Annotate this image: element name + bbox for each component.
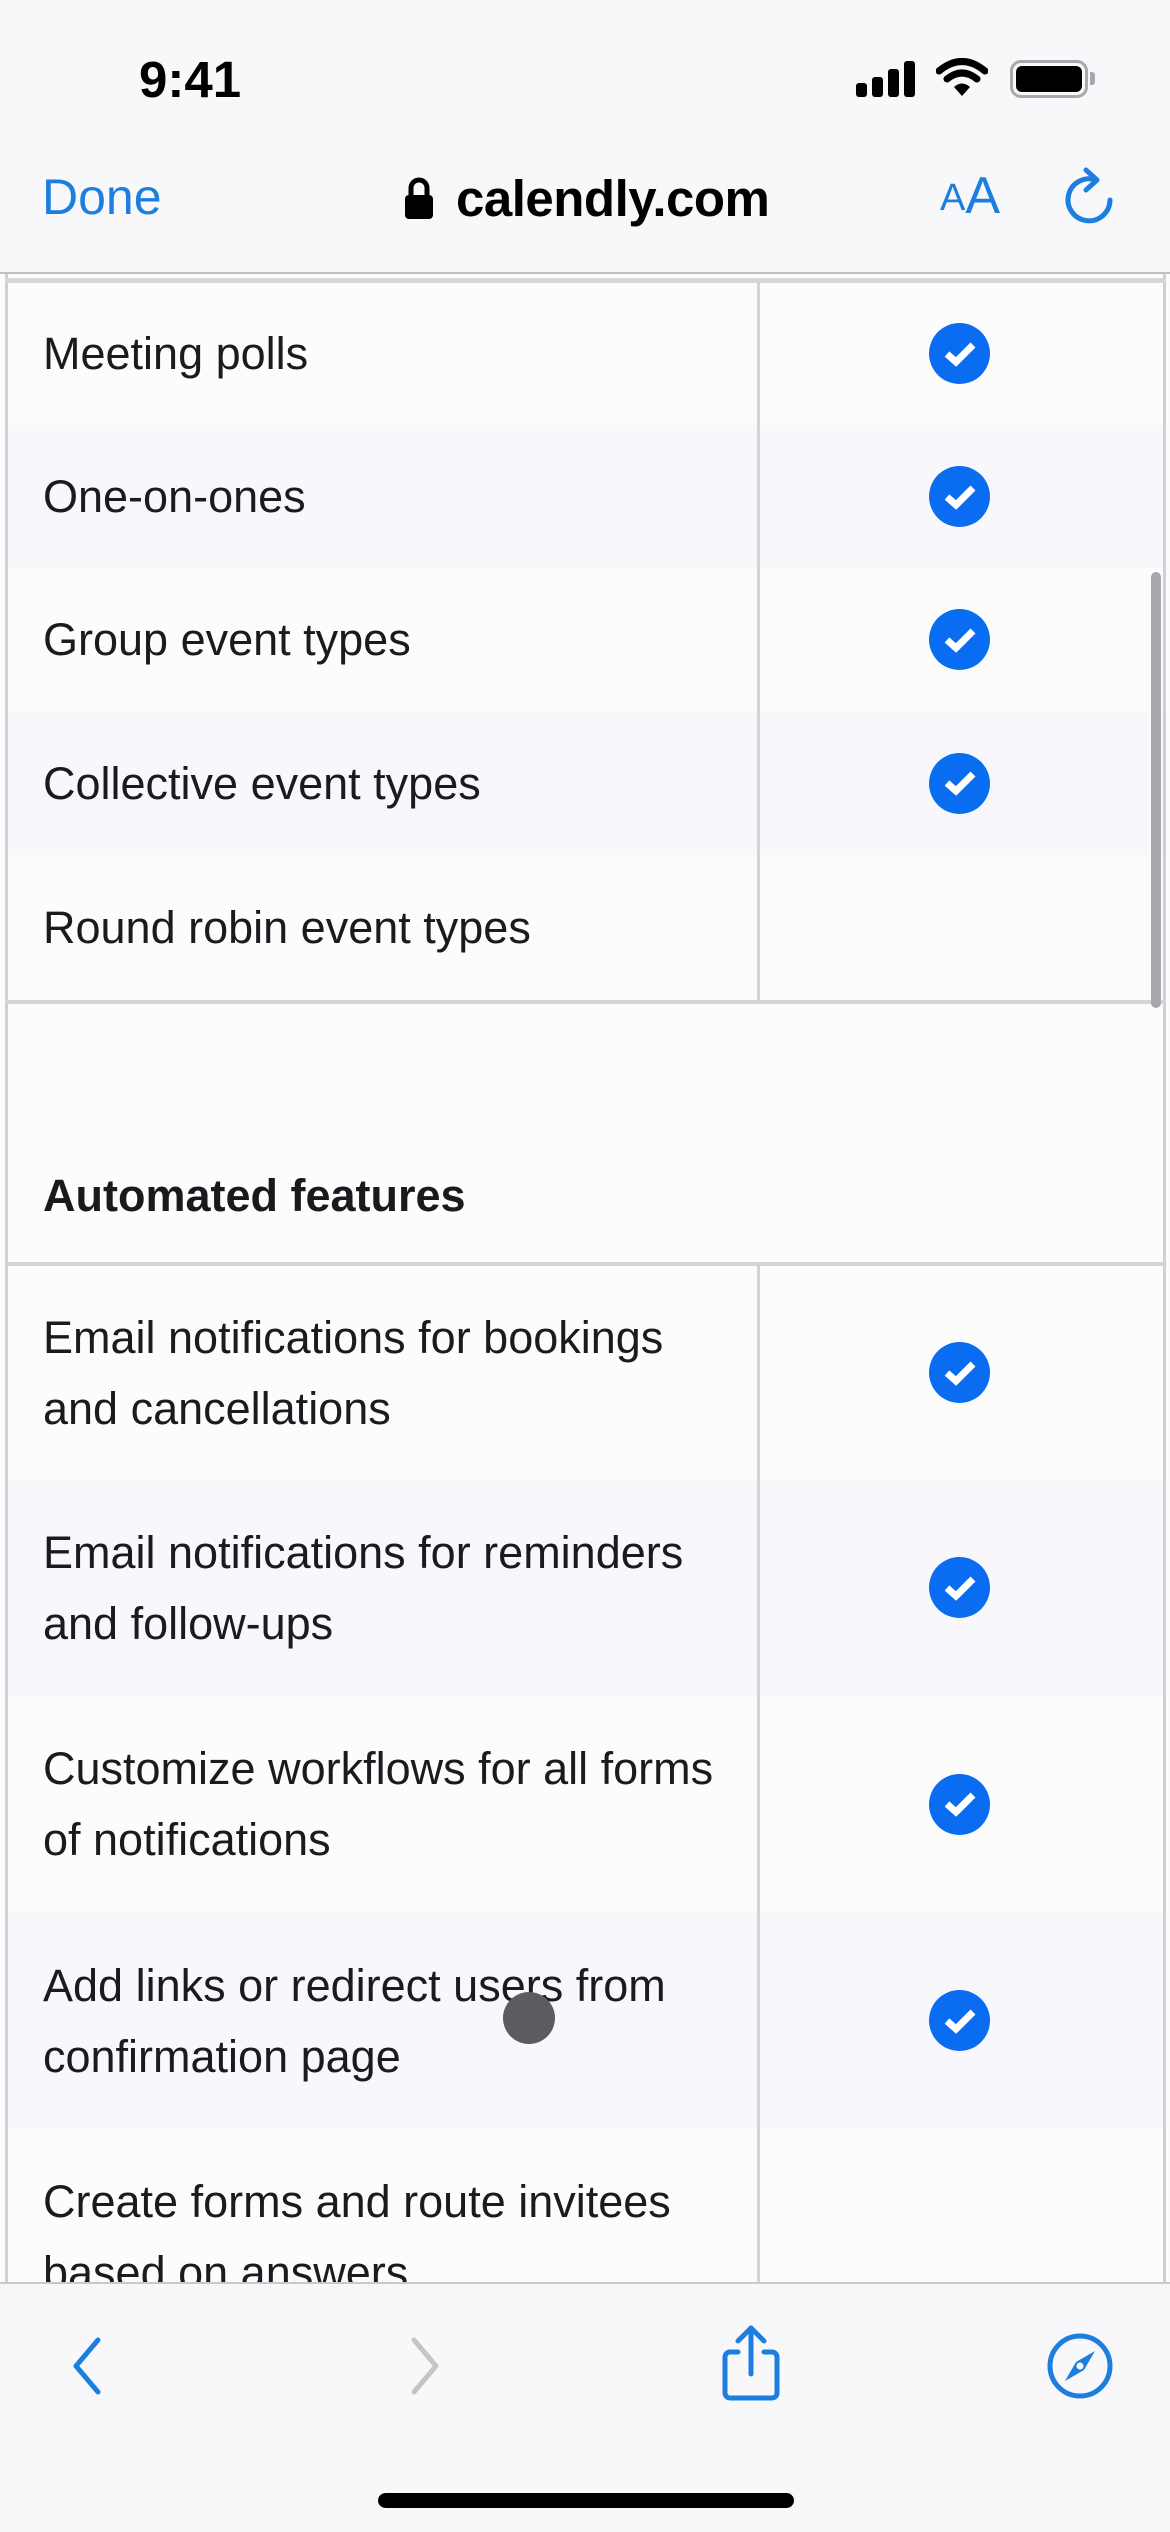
reload-icon — [1065, 167, 1113, 224]
status-time: 9:41 — [139, 51, 242, 108]
chevron-right-icon — [411, 2337, 439, 2395]
wifi-icon — [936, 58, 988, 96]
table-row: Create forms and route invitees based on… — [8, 2129, 1163, 2282]
feature-label: Collective event types — [8, 711, 760, 855]
forward-button[interactable] — [398, 2334, 454, 2398]
feature-label: Round robin event types — [8, 855, 760, 1000]
section-divider — [5, 1000, 1166, 1004]
battery-icon — [1010, 60, 1088, 98]
feature-label: Email notifications for reminders and fo… — [8, 1479, 760, 1696]
feature-label: Add links or redirect users from confirm… — [8, 1912, 760, 2129]
url-display[interactable]: calendly.com — [404, 166, 770, 230]
table-row: Customize workflows for all forms of not… — [8, 1696, 1163, 1912]
text-size-large-a: A — [965, 167, 1001, 225]
table-row: Round robin event types — [8, 855, 1163, 1000]
empty-cell — [760, 2129, 1163, 2282]
text-size-small-a: A — [940, 177, 966, 219]
table-row: Email notifications for reminders and fo… — [8, 1479, 1163, 1696]
share-icon — [722, 2325, 780, 2401]
section-title: Automated features — [43, 1170, 466, 1221]
lock-icon — [405, 177, 433, 219]
feature-label: Meeting polls — [8, 282, 760, 425]
url-text: calendly.com — [456, 169, 770, 227]
share-button[interactable] — [716, 2322, 786, 2402]
table-row: Add links or redirect users from confirm… — [8, 1912, 1163, 2129]
check-circle-icon — [929, 466, 990, 527]
open-in-safari-button[interactable] — [1044, 2330, 1116, 2402]
feature-label: Group event types — [8, 568, 760, 711]
table-row: One-on-ones — [8, 425, 1163, 568]
check-circle-icon — [929, 1557, 990, 1618]
compass-icon — [1047, 2333, 1113, 2399]
touch-indicator — [503, 1992, 555, 2044]
table-row: Group event types — [8, 568, 1163, 711]
browser-header: 9:41 Done calendly.com A A — [0, 0, 1170, 274]
check-circle-icon — [929, 609, 990, 670]
home-indicator[interactable] — [378, 2493, 794, 2508]
status-icons — [854, 56, 1095, 100]
reload-button[interactable] — [1062, 166, 1118, 228]
empty-cell — [760, 855, 1163, 1000]
chevron-left-icon — [73, 2337, 101, 2395]
check-circle-icon — [929, 1773, 990, 1835]
check-circle-icon — [929, 323, 990, 384]
table-row: Email notifications for bookings and can… — [8, 1266, 1163, 1479]
feature-label: One-on-ones — [8, 425, 760, 568]
check-circle-icon — [929, 1990, 990, 2051]
pricing-comparison-table[interactable]: Meeting polls One-on-ones Group event ty… — [0, 274, 1170, 2282]
vertical-scrollbar[interactable] — [1151, 572, 1161, 1008]
feature-label: Customize workflows for all forms of not… — [8, 1696, 760, 1912]
check-circle-icon — [929, 1342, 990, 1403]
feature-label: Create forms and route invitees based on… — [8, 2129, 760, 2282]
back-button[interactable] — [60, 2334, 116, 2398]
done-button[interactable]: Done — [42, 168, 162, 226]
table-row: Collective event types — [8, 711, 1163, 855]
feature-label: Email notifications for bookings and can… — [8, 1266, 760, 1479]
table-row: Meeting polls — [8, 282, 1163, 425]
text-size-button[interactable]: A A — [940, 170, 1000, 222]
check-circle-icon — [929, 752, 990, 814]
